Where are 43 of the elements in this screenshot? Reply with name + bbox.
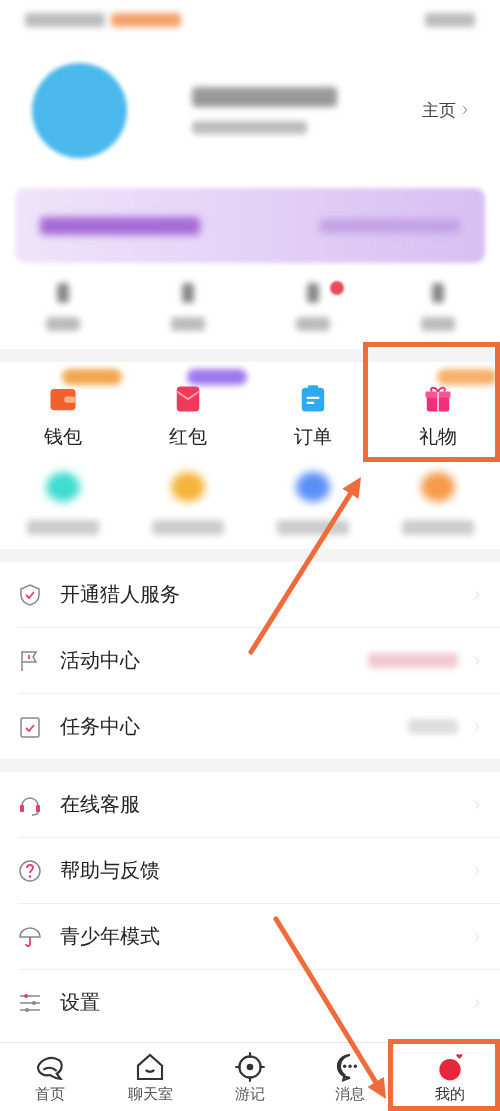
- shortcut-button[interactable]: 钱包: [0, 366, 125, 450]
- menu-item[interactable]: 开通猎人服务: [18, 562, 500, 628]
- shield-check-icon: [18, 582, 42, 607]
- blurred-text: [56, 283, 69, 303]
- help-icon: [18, 858, 42, 883]
- tab[interactable]: 游记: [200, 1043, 300, 1111]
- blurred-badge: [187, 369, 247, 385]
- blurred-badge: [62, 369, 122, 385]
- home-link[interactable]: 主页: [422, 98, 470, 122]
- blurred-text: [295, 317, 330, 331]
- menu-item[interactable]: 活动中心: [18, 628, 500, 694]
- crosshair-icon: [234, 1050, 266, 1083]
- menu-item[interactable]: 青少年模式: [18, 904, 500, 970]
- tab[interactable]: 首页: [0, 1043, 100, 1111]
- blurred-icon: [420, 472, 455, 502]
- blurred-icon: [45, 472, 80, 502]
- blurred-badge: [111, 13, 181, 27]
- umbrella-icon: [18, 924, 42, 949]
- tab[interactable]: 消息: [300, 1043, 400, 1111]
- blurred-text: [170, 317, 205, 331]
- blurred-icon: [295, 472, 330, 502]
- menu-item[interactable]: 设置: [18, 970, 500, 1035]
- blurred-badge: [437, 369, 497, 385]
- blurred-text: [408, 719, 458, 734]
- shortcut-button[interactable]: 红包: [125, 366, 250, 450]
- blurred-text: [425, 13, 475, 27]
- promo-banner[interactable]: [15, 188, 485, 263]
- blurred-text: [306, 283, 319, 303]
- shortcut-button[interactable]: 礼物: [375, 366, 500, 450]
- blurred-text: [420, 317, 455, 331]
- clipboard-check-icon: [18, 714, 42, 739]
- menu-item[interactable]: 任务中心: [18, 694, 500, 759]
- avatar[interactable]: [32, 62, 127, 158]
- tab[interactable]: 我的: [400, 1043, 500, 1111]
- blurred-icon: [170, 472, 205, 502]
- shortcut-button[interactable]: 订单: [250, 366, 375, 450]
- blurred-text: [181, 283, 194, 303]
- menu-item[interactable]: 帮助与反馈: [18, 838, 500, 904]
- blurred-text: [45, 317, 80, 331]
- notification-dot: [330, 281, 344, 295]
- tab[interactable]: 聊天室: [100, 1043, 200, 1111]
- menu-item[interactable]: 在线客服: [18, 772, 500, 838]
- blurred-text: [431, 283, 444, 303]
